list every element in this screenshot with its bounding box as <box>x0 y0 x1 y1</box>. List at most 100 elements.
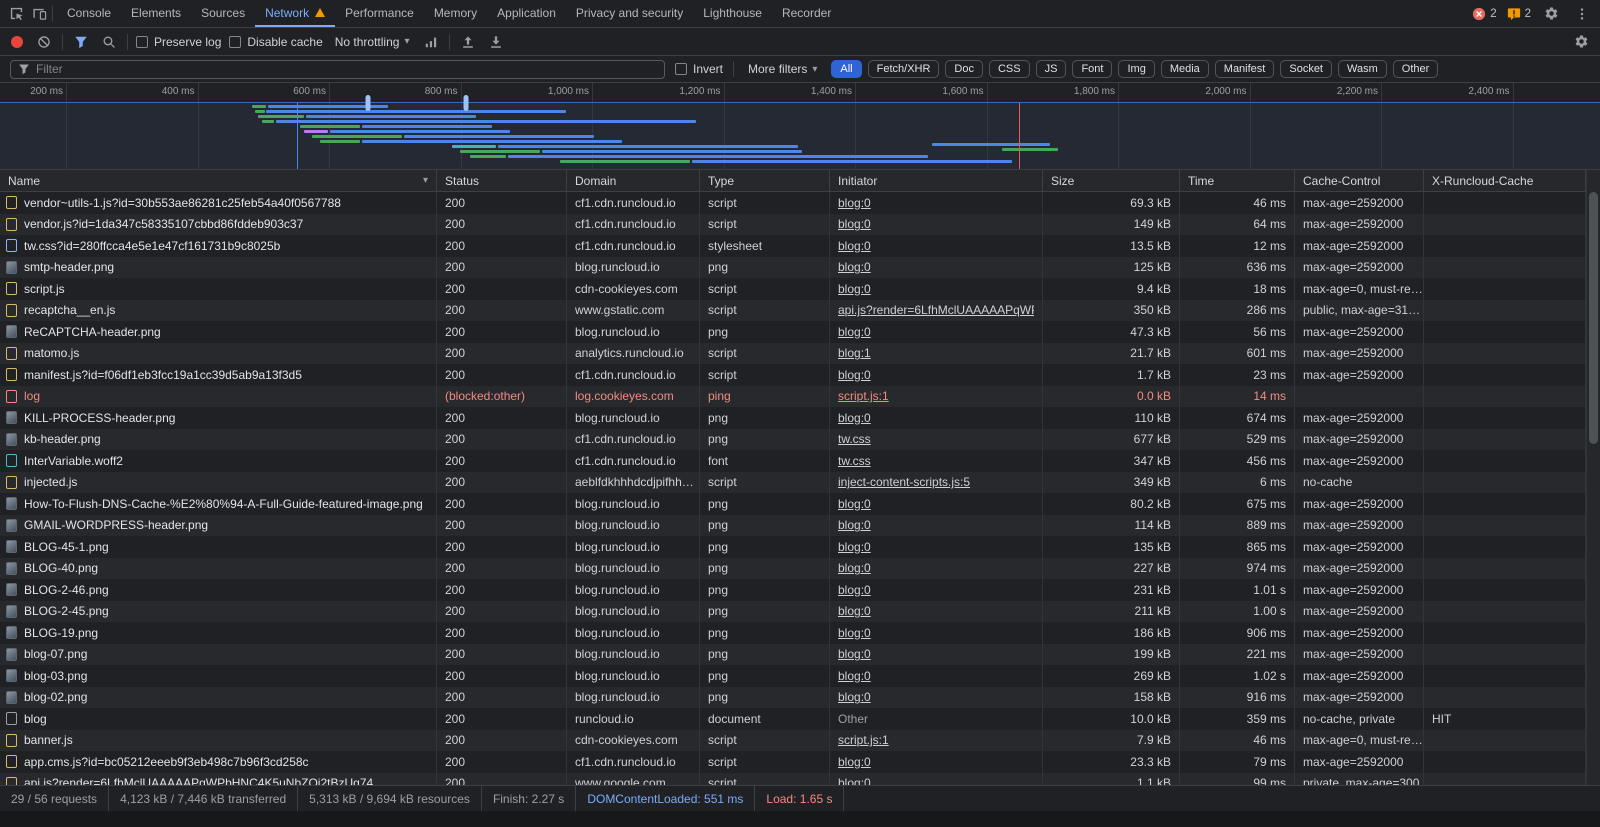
initiator-link[interactable]: blog:0 <box>838 647 871 661</box>
network-request-row[interactable]: GMAIL-WORDPRESS-header.png 200 blog.runc… <box>0 514 1586 536</box>
initiator-link[interactable]: blog:0 <box>838 260 871 274</box>
column-header[interactable]: Type <box>700 170 830 191</box>
filter-input[interactable] <box>36 62 657 76</box>
column-header[interactable]: Name <box>0 170 437 191</box>
more-filters-dropdown[interactable]: More filters <box>744 60 821 78</box>
resource-type-filter[interactable]: Manifest <box>1214 60 1275 78</box>
resource-type-filter[interactable]: Fetch/XHR <box>867 60 940 78</box>
resource-type-filter[interactable]: Other <box>1392 60 1439 78</box>
scrollbar-thumb[interactable] <box>1589 192 1598 444</box>
network-request-row[interactable]: matomo.js 200 analytics.runcloud.io scri… <box>0 342 1586 364</box>
column-header[interactable]: Time <box>1180 170 1295 191</box>
initiator-link[interactable]: blog:1 <box>838 346 871 360</box>
network-request-row[interactable]: blog-02.png 200 blog.runcloud.io png blo… <box>0 686 1586 708</box>
initiator-link[interactable]: blog:0 <box>838 604 871 618</box>
initiator-link[interactable]: script.js:1 <box>838 733 889 747</box>
initiator-link[interactable]: blog:0 <box>838 583 871 597</box>
network-request-row[interactable]: api.js?render=6LfhMclUAAAAAPqWPbHNC4K5uN… <box>0 772 1586 785</box>
column-header[interactable]: Cache-Control <box>1295 170 1424 191</box>
initiator-link[interactable]: blog:0 <box>838 368 871 382</box>
network-settings-gear-icon[interactable] <box>1571 31 1592 52</box>
resource-type-filter[interactable]: Media <box>1160 60 1209 78</box>
network-request-row[interactable]: banner.js 200 cdn-cookieyes.com script s… <box>0 729 1586 751</box>
console-errors-badge[interactable]: 2 <box>1472 7 1497 21</box>
preserve-log-checkbox[interactable]: Preserve log <box>136 35 221 49</box>
network-request-row[interactable]: InterVariable.woff2 200 cf1.cdn.runcloud… <box>0 450 1586 472</box>
devtools-tab[interactable]: Elements <box>121 0 191 27</box>
devtools-tab[interactable]: Network <box>255 0 336 27</box>
initiator-link[interactable]: tw.css <box>838 432 871 446</box>
vertical-scrollbar[interactable] <box>1586 170 1600 785</box>
devtools-tab[interactable]: Memory <box>424 0 487 27</box>
window-handle-left[interactable] <box>365 95 371 111</box>
column-header[interactable]: Size <box>1043 170 1180 191</box>
initiator-link[interactable]: script.js:1 <box>838 389 889 403</box>
resource-type-filter[interactable]: Wasm <box>1338 60 1387 78</box>
kebab-menu-icon[interactable] <box>1572 4 1592 24</box>
network-request-row[interactable]: app.cms.js?id=bc05212eeeb9f3eb498c7b96f3… <box>0 751 1586 773</box>
network-request-row[interactable]: BLOG-19.png 200 blog.runcloud.io png blo… <box>0 622 1586 644</box>
network-request-row[interactable]: How-To-Flush-DNS-Cache-%E2%80%94-A-Full-… <box>0 493 1586 515</box>
network-request-row[interactable]: recaptcha__en.js 200 www.gstatic.com scr… <box>0 299 1586 321</box>
settings-gear-icon[interactable] <box>1541 3 1562 24</box>
network-request-row[interactable]: blog-03.png 200 blog.runcloud.io png blo… <box>0 665 1586 687</box>
inspect-element-icon[interactable] <box>6 3 27 24</box>
network-request-row[interactable]: vendor~utils-1.js?id=30b553ae86281c25feb… <box>0 192 1586 214</box>
device-toolbar-icon[interactable] <box>29 3 50 24</box>
initiator-link[interactable]: blog:0 <box>838 239 871 253</box>
initiator-link[interactable]: blog:0 <box>838 518 871 532</box>
initiator-link[interactable]: blog:0 <box>838 282 871 296</box>
devtools-tab[interactable]: Console <box>57 0 121 27</box>
initiator-link[interactable]: blog:0 <box>838 755 871 769</box>
window-handle-right[interactable] <box>463 95 469 111</box>
initiator-link[interactable]: blog:0 <box>838 561 871 575</box>
network-overview[interactable]: 200 ms 400 ms 600 ms 800 ms 1,000 ms 1,2… <box>0 83 1600 170</box>
disable-cache-checkbox[interactable]: Disable cache <box>229 35 323 49</box>
initiator-link[interactable]: blog:0 <box>838 669 871 683</box>
initiator-link[interactable]: blog:0 <box>838 690 871 704</box>
initiator-link[interactable]: inject-content-scripts.js:5 <box>838 475 970 489</box>
initiator-link[interactable]: blog:0 <box>838 217 871 231</box>
devtools-tab[interactable]: Sources <box>191 0 255 27</box>
initiator-link[interactable]: blog:0 <box>838 411 871 425</box>
import-har-icon[interactable] <box>458 32 478 52</box>
initiator-link[interactable]: blog:0 <box>838 196 871 210</box>
devtools-tab[interactable]: Lighthouse <box>693 0 772 27</box>
throttling-select[interactable]: No throttling <box>331 33 414 51</box>
initiator-link[interactable]: api.js?render=6LfhMclUAAAAAPqWPbH <box>838 303 1034 317</box>
initiator-link[interactable]: tw.css <box>838 454 871 468</box>
record-network-log-button[interactable] <box>8 33 26 51</box>
resource-type-filter[interactable]: Socket <box>1280 60 1332 78</box>
initiator-link[interactable]: blog:0 <box>838 497 871 511</box>
column-header[interactable]: Status <box>437 170 567 191</box>
devtools-tab[interactable]: Application <box>487 0 566 27</box>
network-request-row[interactable]: BLOG-2-46.png 200 blog.runcloud.io png b… <box>0 579 1586 601</box>
network-request-row[interactable]: vendor.js?id=1da347c58335107cbbd86fddeb9… <box>0 213 1586 235</box>
column-header[interactable]: Domain <box>567 170 700 191</box>
network-request-row[interactable]: tw.css?id=280ffcca4e5e1e47cf161731b9c802… <box>0 235 1586 257</box>
issues-badge[interactable]: 2 <box>1507 7 1531 21</box>
initiator-link[interactable]: blog:0 <box>838 776 871 785</box>
resource-type-filter[interactable]: Doc <box>945 60 983 78</box>
network-request-row[interactable]: BLOG-40.png 200 blog.runcloud.io png blo… <box>0 557 1586 579</box>
network-request-row[interactable]: blog 200 runcloud.io document Other 10.0… <box>0 708 1586 730</box>
devtools-tab[interactable]: Recorder <box>772 0 841 27</box>
network-request-row[interactable]: ReCAPTCHA-header.png 200 blog.runcloud.i… <box>0 321 1586 343</box>
search-icon[interactable] <box>99 32 119 52</box>
column-header[interactable]: X-Runcloud-Cache <box>1424 170 1586 191</box>
network-request-row[interactable]: manifest.js?id=f06df1eb3fcc19a1cc39d5ab9… <box>0 364 1586 386</box>
invert-checkbox[interactable]: Invert <box>675 62 723 76</box>
resource-type-filter[interactable]: CSS <box>988 60 1030 78</box>
network-request-row[interactable]: blog-07.png 200 blog.runcloud.io png blo… <box>0 643 1586 665</box>
resource-type-filter[interactable]: JS <box>1035 60 1067 78</box>
network-request-row[interactable]: BLOG-2-45.png 200 blog.runcloud.io png b… <box>0 600 1586 622</box>
initiator-link[interactable]: blog:0 <box>838 325 871 339</box>
devtools-tab[interactable]: Performance <box>335 0 424 27</box>
network-request-row[interactable]: log (blocked:other) log.cookieyes.com pi… <box>0 385 1586 407</box>
filter-toggle-icon[interactable] <box>71 32 91 52</box>
network-request-row[interactable]: kb-header.png 200 cf1.cdn.runcloud.io pn… <box>0 428 1586 450</box>
export-har-icon[interactable] <box>486 32 506 52</box>
filter-input-box[interactable] <box>10 59 665 79</box>
network-request-row[interactable]: script.js 200 cdn-cookieyes.com script b… <box>0 278 1586 300</box>
resource-type-filter[interactable]: Img <box>1118 60 1155 78</box>
